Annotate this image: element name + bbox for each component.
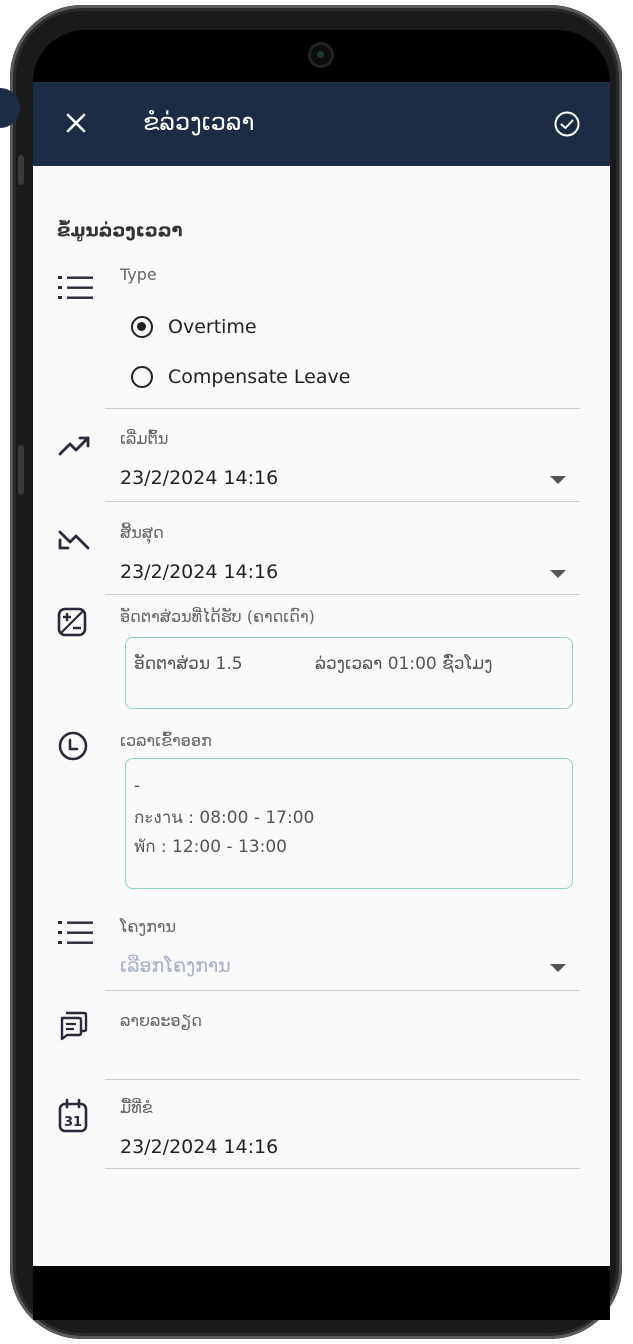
details-input[interactable] [120,1040,575,1074]
divider [105,1168,580,1169]
request-date-label: ມື້ທີ່ຂໍ [120,1098,153,1117]
divider [105,1079,580,1080]
calendar-icon: 31 [58,1098,88,1133]
system-navigation-bar [33,1266,610,1320]
clock-icon [58,731,88,761]
shift-break-hours: พัก : 12:00 - 13:00 [134,837,287,857]
front-camera [308,42,334,68]
end-datetime-field[interactable]: 23/2/2024 14:16 [120,561,278,583]
section-title: ຂໍ້ມູນລ່ວງເວລາ [57,220,183,241]
overtime-hours-text: ລ່ວງເວລາ 01:00 ຊົ່ວໂມງ [315,654,493,674]
list-icon [58,921,93,944]
start-datetime-field[interactable]: 23/2/2024 14:16 [120,467,278,489]
radio-compensate-leave-label: Compensate Leave [168,366,351,388]
project-dropdown-arrow[interactable] [550,964,566,972]
calendar-day-text: 31 [64,1115,82,1130]
shift-work-hours: กะงาน : 08:00 - 17:00 [134,808,315,828]
rate-label: ອັດຕາສ່ວນທີ່ໄດ້ຮັບ (ຄາດເດົາ) [120,607,315,626]
project-select[interactable]: ເລືອກໂຄງການ [120,955,231,977]
request-date-field[interactable]: 23/2/2024 14:16 [120,1136,278,1158]
trending-down-icon [58,530,90,550]
phone-side-button [18,445,24,495]
app-bar [33,82,610,166]
divider [105,594,580,595]
divider [105,408,580,409]
radio-overtime[interactable] [131,316,153,338]
shift-line: - [134,776,141,796]
divider [105,501,580,502]
check-circle-icon[interactable] [553,110,581,138]
radio-compensate-leave[interactable] [131,366,153,388]
trending-up-icon [58,436,90,456]
plus-minus-icon [57,607,87,637]
message-icon [60,1011,88,1041]
end-dropdown-arrow[interactable] [550,570,566,578]
radio-overtime-label: Overtime [168,316,257,338]
end-label: ສິ້ນສຸດ [120,523,164,542]
type-label: Type [120,265,157,284]
phone-side-button [18,155,24,185]
page-title: ຂໍລ່ວງເວລາ [143,108,255,136]
close-icon[interactable] [63,110,89,136]
list-icon [58,276,93,299]
details-label: ລາຍລະອຽດ [120,1011,202,1030]
project-label: ໂຄງການ [120,917,176,936]
divider [105,990,580,991]
rate-text: ອັດຕາສ່ວນ 1.5 [134,654,243,674]
start-dropdown-arrow[interactable] [550,476,566,484]
shift-label: ເວລາເຂົ້າອອກ [120,731,212,750]
start-label: ເລີ່ມຕົ້ນ [120,429,169,448]
